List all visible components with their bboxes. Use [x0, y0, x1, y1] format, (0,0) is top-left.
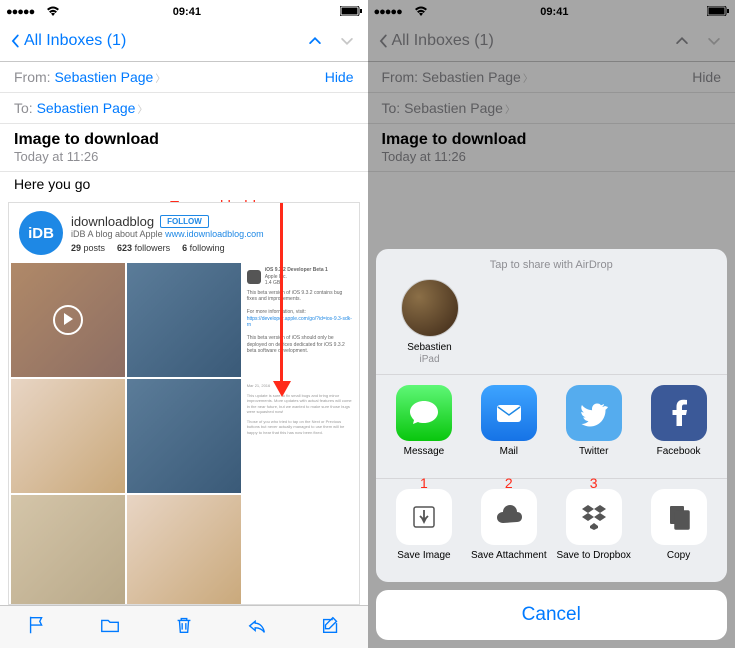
facebook-icon [651, 385, 707, 441]
mail-icon [481, 385, 537, 441]
save-image-icon [396, 489, 452, 545]
sender-name[interactable]: Sebastien Page [54, 69, 153, 85]
avatar [401, 279, 459, 337]
grid-cell [127, 495, 241, 605]
grid-cell [127, 379, 241, 493]
to-label: To: [14, 100, 33, 116]
annotation-2: 2 [505, 475, 513, 491]
action-copy[interactable]: Copy [636, 489, 721, 572]
airdrop-title: Tap to share with AirDrop [376, 259, 728, 271]
airdrop-section: Tap to share with AirDrop SebastieniPad [376, 249, 728, 375]
idb-logo: iDB [19, 211, 63, 255]
profile-stats: 29 posts 623 followers 6 following [71, 243, 264, 253]
grid-cell: iOS 9.3.2 Developer Beta 1Apple Inc.1.4 … [243, 263, 357, 377]
signal-dots: ●●●●● [6, 6, 34, 18]
phone-left: ●●●●● 09:41 All Inboxes (1) From: Sebast… [0, 0, 368, 648]
action-save-dropbox[interactable]: 3 Save to Dropbox [551, 489, 636, 572]
annotation-3: 3 [590, 475, 598, 491]
annotation-1: 1 [420, 475, 428, 491]
twitter-icon [566, 385, 622, 441]
message-icon [396, 385, 452, 441]
prev-message-button[interactable] [308, 34, 322, 48]
dropbox-icon [566, 489, 622, 545]
chevron-right-icon: 〉 [155, 74, 165, 85]
action-save-attachment[interactable]: 2 Save Attachment [466, 489, 551, 572]
grid-cell: Mar 21, 2016This update is sure to fix s… [243, 379, 357, 493]
phone-right: ●●●●● 09:41 All Inboxes (1) From: Sebast… [368, 0, 735, 648]
apps-section: Message Mail Twitter Facebook [376, 375, 728, 479]
cancel-button[interactable]: Cancel [376, 590, 728, 640]
grid-cell [11, 495, 125, 605]
profile-handle: idownloadblog [71, 214, 154, 229]
back-button[interactable]: All Inboxes (1) [8, 32, 126, 50]
share-twitter[interactable]: Twitter [551, 385, 636, 468]
wifi-icon [46, 4, 60, 22]
annotation-arrow [280, 202, 283, 383]
airdrop-contact[interactable]: SebastieniPad [390, 279, 470, 364]
copy-icon [651, 489, 707, 545]
annotation-arrow-head [273, 381, 291, 397]
chevron-left-icon [8, 34, 22, 48]
share-sheet: Tap to share with AirDrop SebastieniPad … [368, 241, 735, 648]
cloud-icon [481, 489, 537, 545]
grid-cell [243, 495, 357, 605]
action-save-image[interactable]: 1 Save Image [382, 489, 467, 572]
play-icon [53, 305, 83, 335]
mail-body: Here you go [0, 172, 368, 196]
to-row[interactable]: To: Sebastien Page〉 [0, 93, 368, 124]
hide-button[interactable]: Hide [325, 69, 354, 85]
flag-button[interactable] [26, 614, 48, 641]
next-message-button[interactable] [340, 34, 354, 48]
compose-button[interactable] [320, 614, 342, 641]
mail-toolbar [0, 605, 368, 648]
subject-row: Image to download Today at 11:26 [0, 124, 368, 172]
actions-section: 1 Save Image 2 Save Attachment 3 Save to… [376, 479, 728, 582]
share-facebook[interactable]: Facebook [636, 385, 721, 468]
recipient-name[interactable]: Sebastien Page [37, 100, 136, 116]
nav-bar: All Inboxes (1) [0, 21, 368, 62]
grid-cell [11, 263, 125, 377]
date-text: Today at 11:26 [14, 149, 354, 164]
trash-button[interactable] [173, 614, 195, 641]
from-label: From: [14, 69, 51, 85]
follow-button: FOLLOW [160, 215, 209, 228]
subject-text: Image to download [14, 131, 354, 149]
battery-icon [340, 6, 362, 19]
from-row[interactable]: From: Sebastien Page〉 Hide [0, 62, 368, 93]
share-message[interactable]: Message [382, 385, 467, 468]
grid-cell [11, 379, 125, 493]
back-label: All Inboxes (1) [24, 32, 126, 50]
status-time: 09:41 [173, 6, 201, 18]
share-mail[interactable]: Mail [466, 385, 551, 468]
reply-button[interactable] [246, 614, 268, 641]
folder-button[interactable] [99, 614, 121, 641]
attached-image[interactable]: iDB idownloadblogFOLLOW iDB A blog about… [8, 202, 360, 605]
chevron-right-icon: 〉 [137, 105, 147, 116]
grid-cell [127, 263, 241, 377]
